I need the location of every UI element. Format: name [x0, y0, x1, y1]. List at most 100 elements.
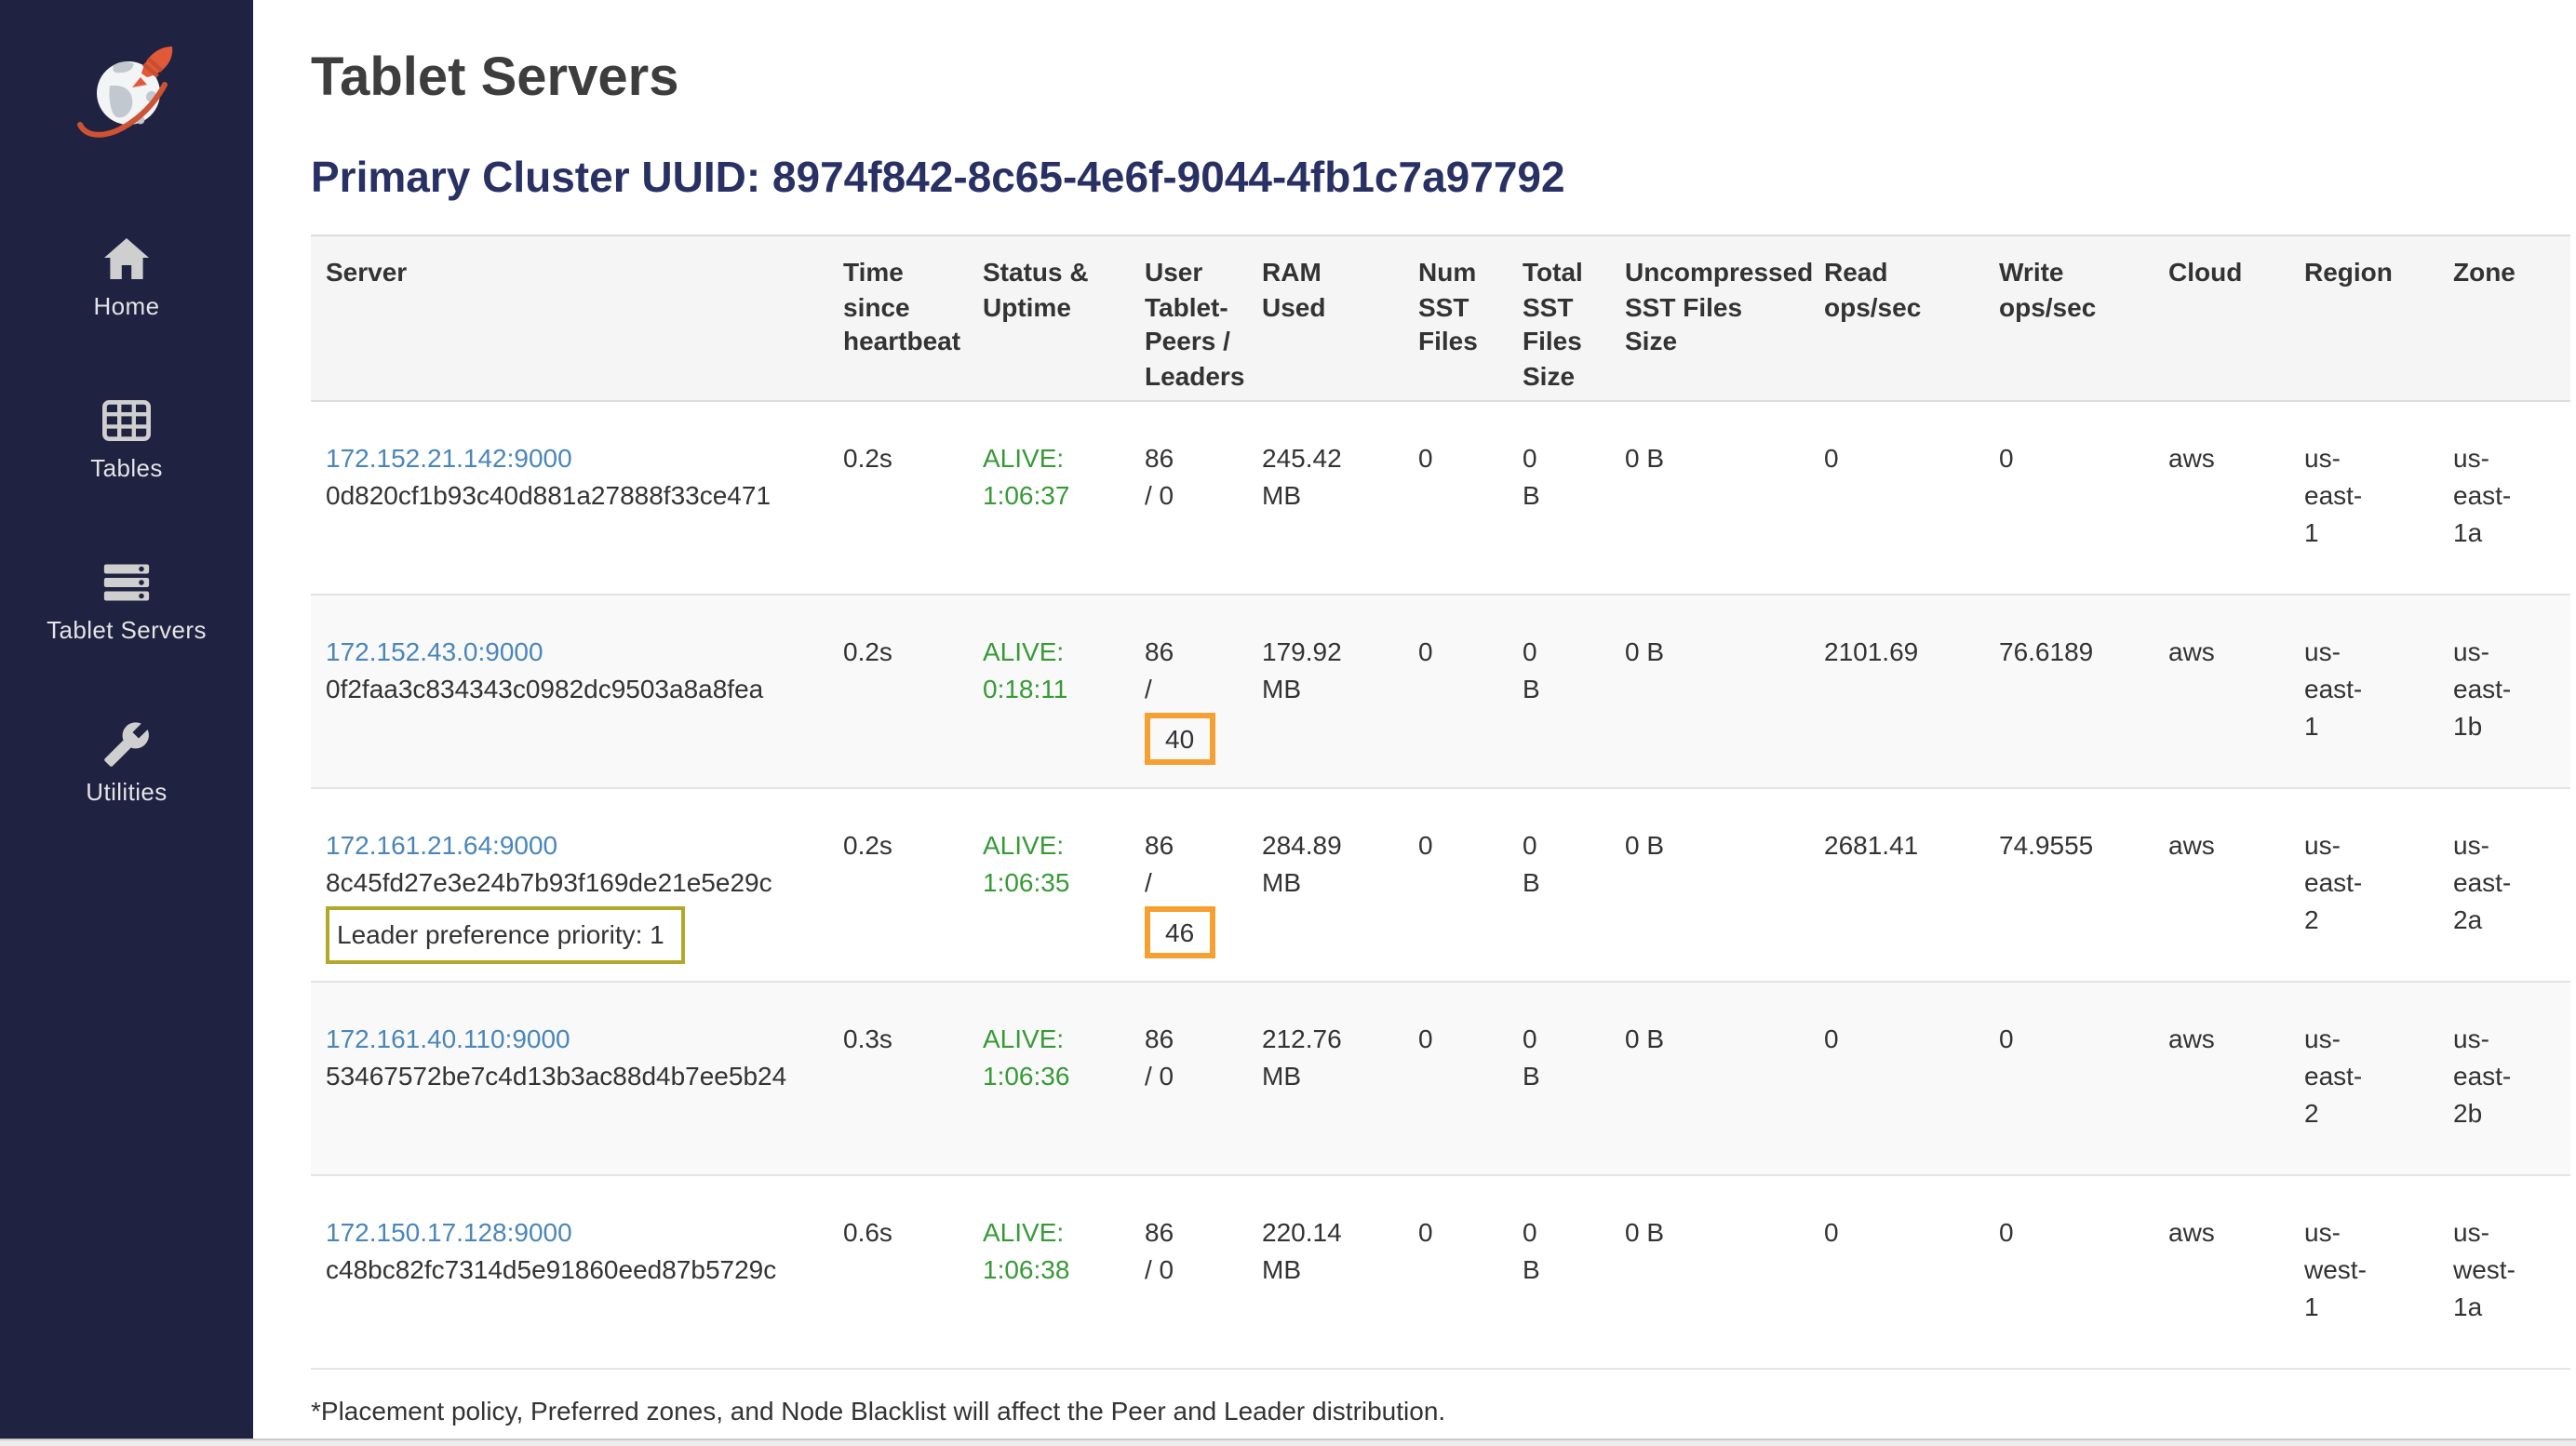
- server-link[interactable]: 172.161.21.64:9000: [326, 830, 557, 860]
- total-sst-cell: 0 B: [1508, 401, 1610, 595]
- peers-leaders-highlight-box: 46: [1145, 906, 1214, 958]
- zone-cell: us- east- 1b: [2438, 595, 2570, 788]
- ram-unit: MB: [1262, 480, 1301, 510]
- peers-total: 86: [1145, 443, 1174, 473]
- read-ops-cell: 0: [1809, 1175, 1984, 1369]
- server-uuid: 0d820cf1b93c40d881a27888f33ce471: [326, 480, 771, 510]
- sidebar-nav: Home Tables: [0, 145, 253, 806]
- uncompressed-sst-cell: 0 B: [1610, 982, 1809, 1175]
- status-label: ALIVE:: [983, 1024, 1064, 1053]
- ram-value: 245.42: [1262, 443, 1342, 473]
- zone-line: east-: [2453, 674, 2511, 703]
- region-line: east-: [2304, 1061, 2362, 1091]
- region-line: us-: [2304, 1217, 2341, 1247]
- status-label: ALIVE:: [983, 1217, 1064, 1247]
- server-link[interactable]: 172.152.43.0:9000: [326, 636, 543, 666]
- region-line: 1: [2304, 517, 2319, 547]
- peers-total: 86: [1145, 1217, 1174, 1247]
- col-time-since-heartbeat: Time since heartbeat: [828, 235, 968, 401]
- server-uuid: 8c45fd27e3e24b7b93f169de21e5e29c: [326, 867, 772, 897]
- tablet-servers-stack-icon: [102, 558, 151, 607]
- server-link[interactable]: 172.161.40.110:9000: [326, 1024, 570, 1053]
- wrench-icon: [102, 720, 151, 769]
- window-bottom-edge: [0, 1439, 2576, 1446]
- uptime-value: 1:06:37: [983, 480, 1069, 510]
- total-sst-unit: B: [1523, 480, 1540, 510]
- total-sst-unit: B: [1523, 867, 1540, 897]
- sidebar: Home Tables: [0, 0, 253, 1439]
- primary-cluster-uuid: Primary Cluster UUID: 8974f842-8c65-4e6f…: [311, 153, 2572, 203]
- sidebar-item-home[interactable]: Home: [0, 234, 253, 320]
- total-sst-unit: B: [1523, 674, 1540, 703]
- status-label: ALIVE:: [983, 636, 1064, 666]
- zone-line: east-: [2453, 867, 2511, 897]
- col-num-sst-files: Num SST Files: [1403, 235, 1508, 401]
- total-sst-cell: 0 B: [1508, 1175, 1610, 1369]
- zone-line: 2a: [2453, 904, 2482, 934]
- ram-unit: MB: [1262, 674, 1301, 703]
- region-line: west-: [2304, 1254, 2367, 1284]
- tablet-servers-page: Home Tables: [0, 0, 2576, 1446]
- ram-cell: 212.76 MB: [1247, 982, 1403, 1175]
- total-sst-value: 0: [1523, 1024, 1537, 1053]
- heartbeat-cell: 0.2s: [828, 788, 968, 982]
- total-sst-cell: 0 B: [1508, 595, 1610, 788]
- peers-total: 86: [1145, 1024, 1174, 1053]
- write-ops-cell: 0: [1984, 401, 2153, 595]
- uncompressed-sst-cell: 0 B: [1610, 595, 1809, 788]
- zone-line: 1b: [2453, 711, 2482, 741]
- region-line: 2: [2304, 904, 2319, 934]
- cloud-cell: aws: [2153, 788, 2289, 982]
- peers-total: 86: [1145, 636, 1174, 666]
- total-sst-unit: B: [1523, 1061, 1540, 1091]
- sidebar-item-label: Utilities: [86, 778, 167, 806]
- region-line: us-: [2304, 830, 2341, 860]
- num-sst-cell: 0: [1403, 595, 1508, 788]
- write-ops-cell: 0: [1984, 1175, 2153, 1369]
- peers-leaders: / 0: [1145, 480, 1174, 510]
- col-status-uptime: Status & Uptime: [968, 235, 1130, 401]
- peers-leaders: / 0: [1145, 1061, 1174, 1091]
- ram-cell: 220.14 MB: [1247, 1175, 1403, 1369]
- cloud-cell: aws: [2153, 595, 2289, 788]
- server-link[interactable]: 172.152.21.142:9000: [326, 443, 572, 473]
- peers-cell: 86 / 0: [1130, 1175, 1247, 1369]
- cloud-cell: aws: [2153, 401, 2289, 595]
- uptime-value: 1:06:35: [983, 867, 1069, 897]
- zone-cell: us- east- 1a: [2438, 401, 2570, 595]
- tablet-servers-table: Server Time since heartbeat Status & Upt…: [311, 234, 2570, 1370]
- tserver-row: 172.152.43.0:9000 0f2faa3c834343c0982dc9…: [311, 595, 2570, 788]
- zone-line: 1a: [2453, 517, 2482, 547]
- zone-line: us-: [2453, 1217, 2489, 1247]
- ram-cell: 179.92 MB: [1247, 595, 1403, 788]
- total-sst-value: 0: [1523, 443, 1537, 473]
- sidebar-item-tablet-servers[interactable]: Tablet Servers: [0, 558, 253, 644]
- tables-grid-icon: [102, 396, 151, 445]
- total-sst-cell: 0 B: [1508, 982, 1610, 1175]
- uncompressed-sst-cell: 0 B: [1610, 788, 1809, 982]
- num-sst-cell: 0: [1403, 982, 1508, 1175]
- total-sst-value: 0: [1523, 1217, 1537, 1247]
- uptime-value: 1:06:38: [983, 1254, 1069, 1284]
- server-link[interactable]: 172.150.17.128:9000: [326, 1217, 572, 1247]
- zone-line: east-: [2453, 480, 2511, 510]
- heartbeat-cell: 0.2s: [828, 595, 968, 788]
- region-cell: us- east- 1: [2289, 595, 2438, 788]
- ram-value: 212.76: [1262, 1024, 1342, 1053]
- status-cell: ALIVE: 1:06:37: [968, 401, 1130, 595]
- sidebar-item-utilities[interactable]: Utilities: [0, 720, 253, 806]
- sidebar-item-tables[interactable]: Tables: [0, 396, 253, 482]
- num-sst-cell: 0: [1403, 788, 1508, 982]
- server-uuid: 0f2faa3c834343c0982dc9503a8a8fea: [326, 674, 763, 703]
- region-cell: us- east- 2: [2289, 788, 2438, 982]
- tserver-row: 172.150.17.128:9000 c48bc82fc7314d5e9186…: [311, 1175, 2570, 1369]
- col-write-ops: Write ops/sec: [1984, 235, 2153, 401]
- peers-separator: /: [1145, 867, 1152, 897]
- peers-cell: 86 / 46: [1130, 788, 1247, 982]
- region-line: us-: [2304, 443, 2341, 473]
- zone-cell: us- east- 2b: [2438, 982, 2570, 1175]
- ram-value: 179.92: [1262, 636, 1342, 666]
- region-line: east-: [2304, 867, 2362, 897]
- server-cell: 172.150.17.128:9000 c48bc82fc7314d5e9186…: [311, 1175, 828, 1369]
- leader-preference-note: Leader preference priority: 1: [326, 906, 685, 964]
